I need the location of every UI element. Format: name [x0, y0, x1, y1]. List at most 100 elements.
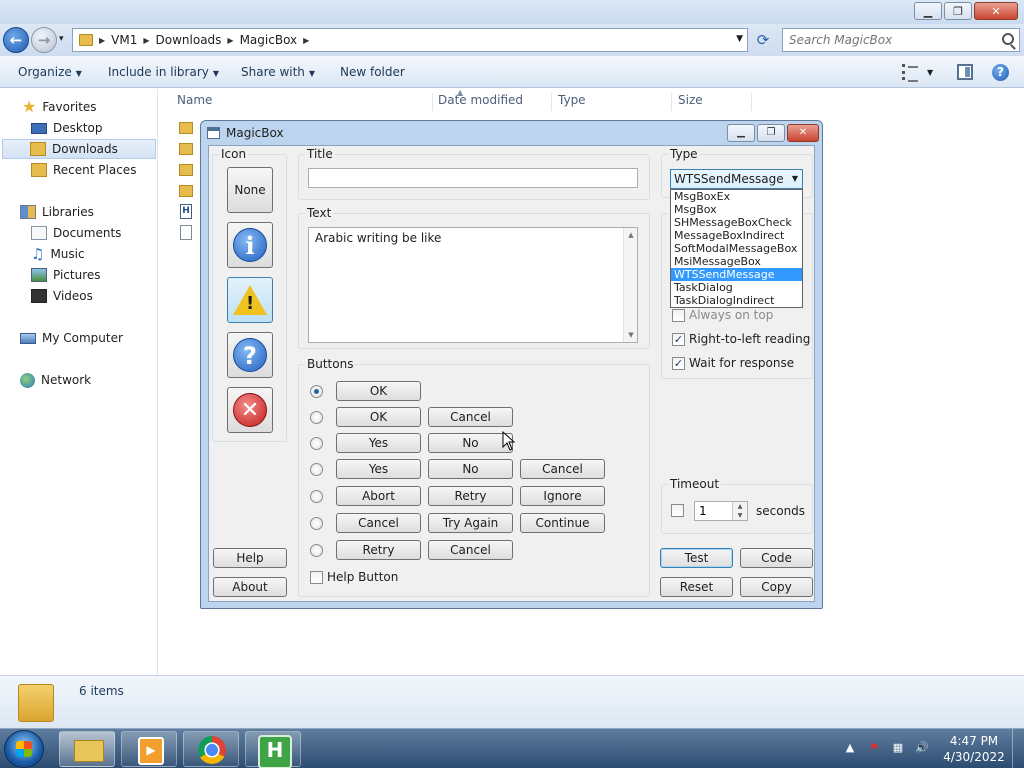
address-bar[interactable]: ▶ VM1 ▶ Downloads ▶ MagicBox ▶ ▼ [72, 28, 748, 52]
preview-button-cancel[interactable]: Cancel [428, 540, 513, 560]
preview-button-try-again[interactable]: Try Again [428, 513, 513, 533]
taskbar-app-chrome[interactable] [183, 731, 239, 767]
forward-button[interactable]: → [31, 27, 57, 53]
sidebar-item-network[interactable]: Network [20, 370, 91, 390]
maximize-button[interactable]: ❐ [757, 124, 785, 142]
sidebar-item-videos[interactable]: Videos [31, 286, 93, 306]
change-view-icon[interactable] [902, 64, 918, 82]
action-center-flag-icon[interactable]: ⚑ [867, 741, 881, 755]
scroll-down-icon[interactable]: ▼ [624, 328, 638, 342]
column-header-type[interactable]: Type [552, 93, 672, 111]
buttons-option-radio-1[interactable] [310, 411, 323, 424]
type-option-taskdialog[interactable]: TaskDialog [671, 281, 802, 294]
breadcrumb-vm1[interactable]: VM1 [111, 33, 137, 47]
chevron-right-icon[interactable]: ▶ [99, 36, 105, 45]
preview-button-abort[interactable]: Abort [336, 486, 421, 506]
chevron-right-icon[interactable]: ▶ [143, 36, 149, 45]
type-option-taskdialogindirect[interactable]: TaskDialogIndirect [671, 294, 802, 307]
preview-button-ignore[interactable]: Ignore [520, 486, 605, 506]
list-item[interactable] [175, 223, 195, 243]
explorer-titlebar[interactable]: ▁ ❐ ✕ [0, 0, 1024, 24]
sidebar-item-libraries[interactable]: Libraries [20, 202, 94, 222]
back-button[interactable]: ← [3, 27, 29, 53]
list-item[interactable] [175, 139, 195, 159]
preview-button-cancel[interactable]: Cancel [336, 513, 421, 533]
maximize-button[interactable]: ❐ [944, 2, 972, 20]
breadcrumb-downloads[interactable]: Downloads [156, 33, 222, 47]
list-item[interactable] [175, 160, 195, 180]
rtl-reading-checkbox[interactable]: ✓ [672, 333, 685, 346]
search-box[interactable] [782, 28, 1020, 52]
type-option-msimessagebox[interactable]: MsiMessageBox [671, 255, 802, 268]
minimize-button[interactable]: ▁ [914, 2, 942, 20]
wait-for-response-checkbox[interactable]: ✓ [672, 357, 685, 370]
preview-button-no[interactable]: No [428, 459, 513, 479]
chevron-right-icon[interactable]: ▶ [303, 36, 309, 45]
icon-none-button[interactable]: None [227, 167, 273, 213]
minimize-button[interactable]: ▁ [727, 124, 755, 142]
type-option-wtssendmessage[interactable]: WTSSendMessage [671, 268, 802, 281]
magicbox-titlebar[interactable]: MagicBox ▁ ❐ ✕ [201, 121, 822, 145]
show-desktop-button[interactable] [1012, 729, 1024, 768]
preview-button-no[interactable]: No [428, 433, 513, 453]
about-button[interactable]: About [213, 577, 287, 597]
column-header-size[interactable]: Size [672, 93, 752, 111]
buttons-option-radio-5[interactable] [310, 517, 323, 530]
refresh-icon[interactable]: ⟳ [752, 30, 774, 50]
sidebar-item-favorites[interactable]: ★ Favorites [22, 97, 97, 117]
buttons-option-radio-2[interactable] [310, 437, 323, 450]
preview-button-yes[interactable]: Yes [336, 433, 421, 453]
organize-button[interactable]: Organize ▼ [18, 65, 82, 79]
sidebar-item-my-computer[interactable]: My Computer [20, 328, 123, 348]
code-button[interactable]: Code [740, 548, 813, 568]
buttons-option-radio-4[interactable] [310, 490, 323, 503]
sidebar-item-documents[interactable]: Documents [31, 223, 121, 243]
taskbar-app-h[interactable] [245, 731, 301, 768]
list-item[interactable] [175, 118, 195, 138]
preview-button-cancel[interactable]: Cancel [428, 407, 513, 427]
icon-information-button[interactable]: i [227, 222, 273, 268]
icon-warning-button[interactable]: ! [227, 277, 273, 323]
type-option-messageboxindirect[interactable]: MessageBoxIndirect [671, 229, 802, 242]
type-select[interactable]: WTSSendMessage ▼ [670, 169, 803, 189]
preview-button-retry[interactable]: Retry [428, 486, 513, 506]
copy-button[interactable]: Copy [740, 577, 813, 597]
test-button[interactable]: Test [660, 548, 733, 568]
include-in-library-button[interactable]: Include in library ▼ [108, 65, 219, 79]
sidebar-item-desktop[interactable]: Desktop [31, 118, 103, 138]
sidebar-item-music[interactable]: ♫ Music [31, 244, 85, 264]
preview-pane-icon[interactable] [957, 64, 973, 80]
buttons-option-radio-0[interactable] [310, 385, 323, 398]
share-with-button[interactable]: Share with ▼ [241, 65, 315, 79]
timeout-input[interactable] [699, 504, 729, 518]
stepper-down-icon[interactable]: ▼ [732, 511, 747, 520]
chevron-down-icon[interactable]: ▼ [927, 68, 933, 77]
icon-question-button[interactable]: ? [227, 332, 273, 378]
timeout-stepper[interactable]: ▲ ▼ [694, 501, 748, 521]
preview-button-yes[interactable]: Yes [336, 459, 421, 479]
show-hidden-icons-icon[interactable]: ▲ [843, 741, 857, 755]
help-button[interactable]: Help [213, 548, 287, 568]
preview-button-ok[interactable]: OK [336, 407, 421, 427]
speaker-icon[interactable]: 🔊 [915, 741, 929, 755]
column-header-date-modified[interactable]: Date modified [432, 93, 552, 111]
preview-button-ok[interactable]: OK [336, 381, 421, 401]
sidebar-item-recent-places[interactable]: Recent Places [31, 160, 136, 180]
help-icon[interactable]: ? [992, 64, 1009, 81]
clock[interactable]: 4:47 PM 4/30/2022 [942, 733, 1006, 765]
text-scrollbar[interactable]: ▲ ▼ [623, 228, 637, 342]
new-folder-button[interactable]: New folder [340, 65, 405, 79]
taskbar-app-explorer[interactable] [59, 731, 115, 767]
type-option-msgbox[interactable]: MsgBox [671, 203, 802, 216]
type-option-softmodalmessagebox[interactable]: SoftModalMessageBox [671, 242, 802, 255]
column-header-name[interactable]: Name [171, 93, 433, 111]
close-button[interactable]: ✕ [787, 124, 819, 142]
taskbar-app-media-player[interactable] [121, 731, 177, 767]
close-button[interactable]: ✕ [974, 2, 1018, 20]
preview-button-cancel[interactable]: Cancel [520, 459, 605, 479]
chevron-right-icon[interactable]: ▶ [227, 36, 233, 45]
always-on-top-checkbox[interactable] [672, 309, 685, 322]
recent-pages-dropdown[interactable]: ▾ [59, 34, 64, 44]
buttons-option-radio-3[interactable] [310, 463, 323, 476]
preview-button-continue[interactable]: Continue [520, 513, 605, 533]
